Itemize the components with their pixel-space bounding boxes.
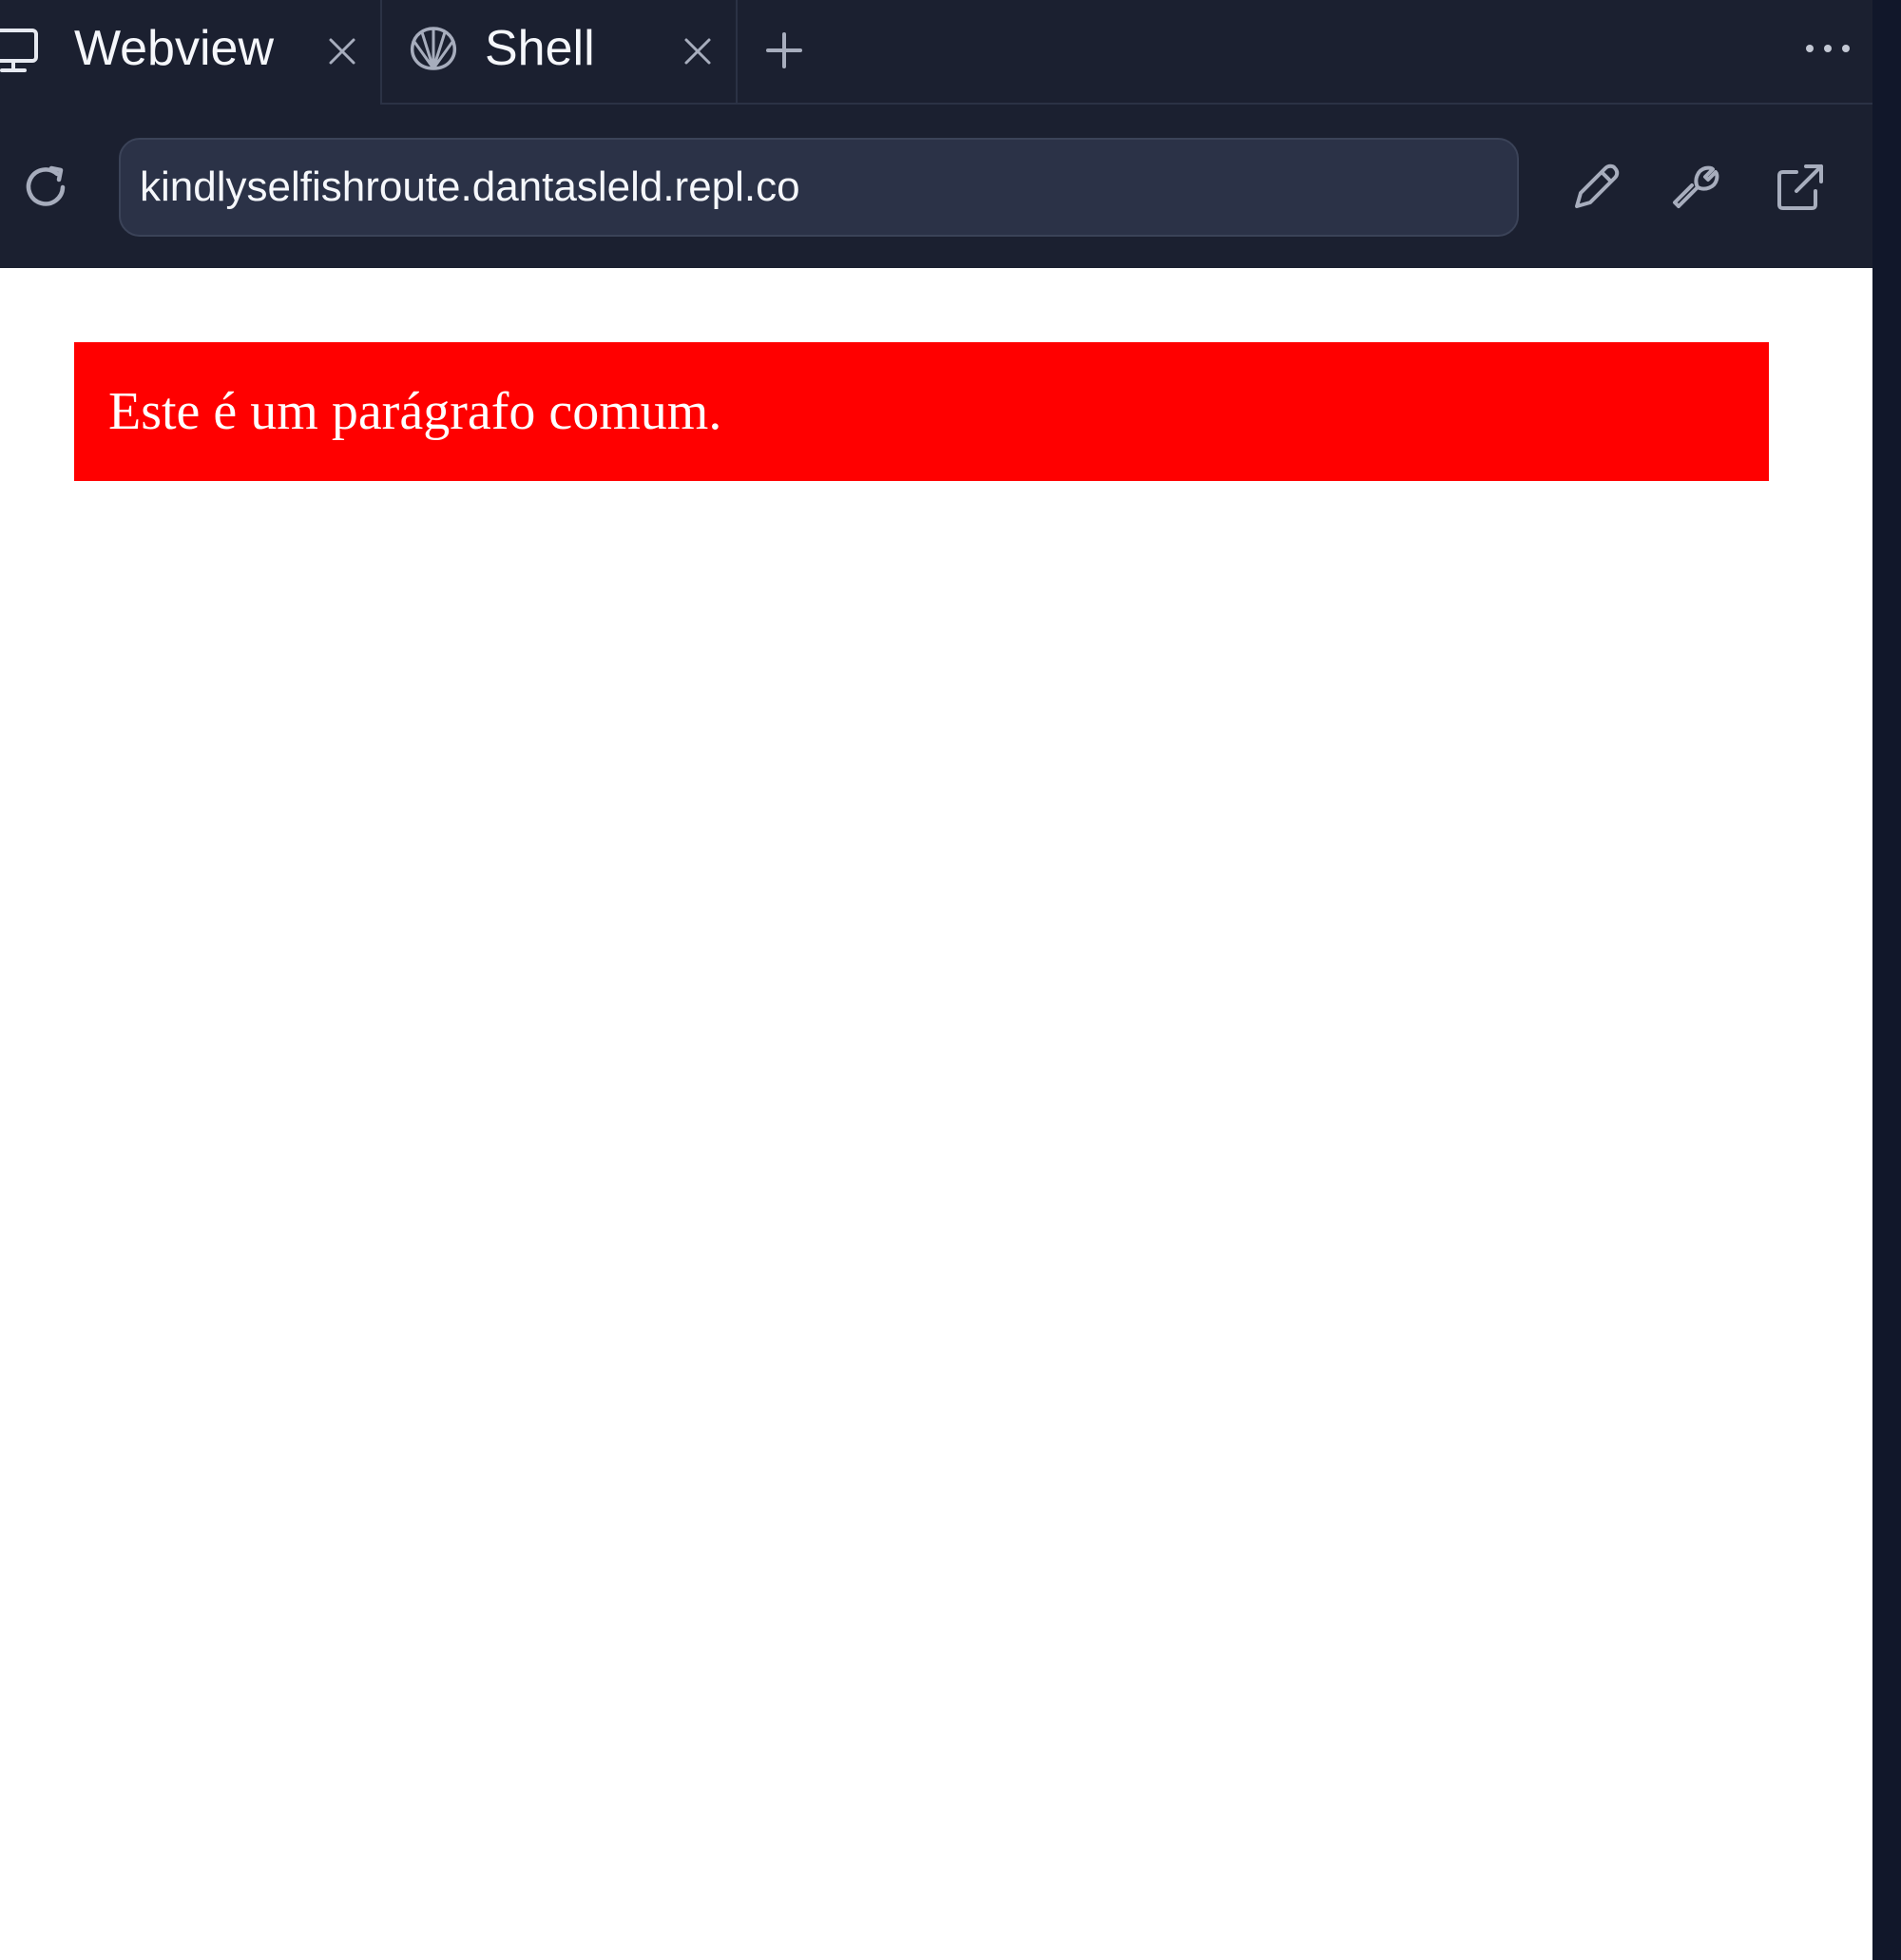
tab-label: Shell xyxy=(485,21,595,76)
pencil-icon[interactable] xyxy=(1564,157,1624,218)
webview-content: Este é um parágrafo comum. xyxy=(0,268,1872,1960)
add-tab-button[interactable] xyxy=(760,27,808,74)
paragraph-text: Este é um parágrafo comum. xyxy=(108,382,722,441)
open-external-icon[interactable] xyxy=(1770,157,1831,218)
more-options-icon[interactable] xyxy=(1802,34,1853,63)
tab-shell[interactable]: Shell xyxy=(382,0,738,105)
close-icon[interactable] xyxy=(679,32,717,70)
wrench-icon[interactable] xyxy=(1667,157,1728,218)
tab-bar: Webview Shell xyxy=(0,0,1872,105)
tab-webview[interactable]: Webview xyxy=(0,0,382,105)
webview-toolbar: kindlyselfishroute.dantasleld.repl.co xyxy=(0,105,1872,268)
paragraph-block: Este é um parágrafo comum. xyxy=(74,342,1769,481)
shell-icon xyxy=(405,21,462,78)
window-border xyxy=(1872,0,1901,1960)
close-icon[interactable] xyxy=(323,32,361,70)
reload-icon[interactable] xyxy=(15,157,76,218)
replit-workspace-pane: Webview Shell kindlyselfishroute.dantasl… xyxy=(0,0,1872,1960)
monitor-icon xyxy=(0,21,44,78)
url-input[interactable]: kindlyselfishroute.dantasleld.repl.co xyxy=(119,138,1519,237)
tab-label: Webview xyxy=(74,21,275,76)
